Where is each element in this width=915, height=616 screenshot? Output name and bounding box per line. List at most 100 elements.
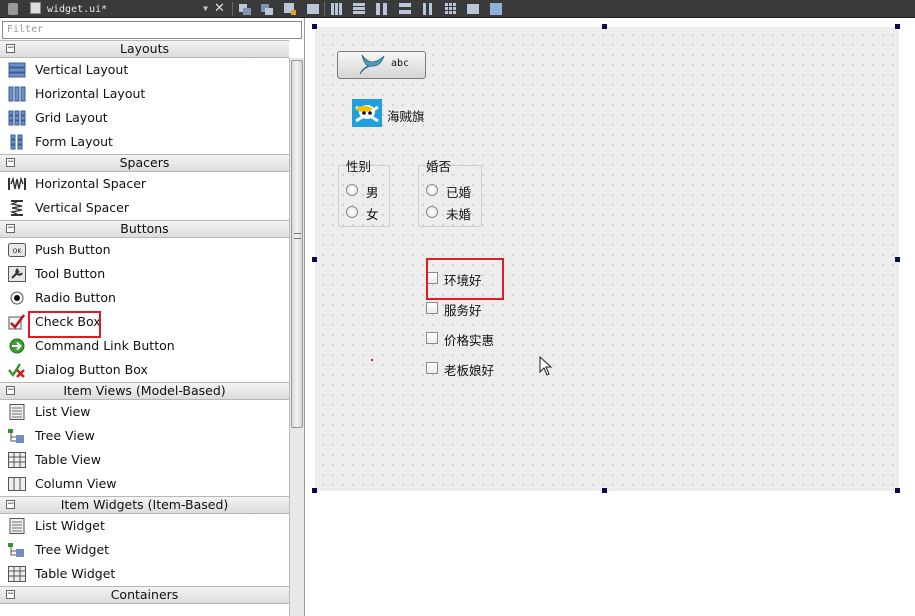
radio-married[interactable]: 已婚 [426,182,516,200]
layout-splitter-vertical-icon[interactable] [398,2,412,16]
category-header-item-widgets[interactable]: − Item Widgets (Item-Based) [0,496,289,514]
widget-box-scrollbar[interactable] [289,58,304,616]
category-label: Item Views (Model-Based) [63,383,226,398]
checkbox-price[interactable]: 价格实惠 [426,330,526,348]
widget-item-vertical-layout[interactable]: Vertical Layout [0,58,289,82]
push-button-label: abc [391,58,410,69]
edit-signals-icon[interactable] [283,2,297,16]
widget-item-list-widget[interactable]: List Widget [0,514,289,538]
list-widget-icon [9,518,25,534]
checkbox-label: 价格实惠 [444,333,495,348]
widget-item-horizontal-spacer[interactable]: Horizontal Spacer [0,172,289,196]
edit-buddies-icon[interactable] [306,2,320,16]
layout-grid-icon[interactable] [444,2,458,16]
widget-item-form-layout[interactable]: Form Layout [0,130,289,154]
widget-item-label: Grid Layout [35,110,108,125]
widget-item-label: List View [35,404,91,419]
radio-label: 未婚 [446,207,472,222]
widget-item-tree-view[interactable]: Tree View [0,424,289,448]
widget-item-table-widget[interactable]: Table Widget [0,562,289,586]
grid-layout-icon [8,110,26,126]
widget-item-command-link-button[interactable]: Command Link Button [0,334,289,358]
fish-icon [359,54,385,75]
widget-item-vertical-spacer[interactable]: Vertical Spacer [0,196,289,220]
resize-handle[interactable] [602,24,607,29]
resize-handle[interactable] [895,257,900,262]
widget-item-list-view[interactable]: List View [0,400,289,424]
adjust-size-icon[interactable] [489,2,503,16]
pirate-skull-icon [352,99,382,127]
collapse-icon[interactable]: − [6,500,15,509]
form-canvas[interactable]: abc 海贼旗 性别 男 女 婚否 已婚 未婚 环境好 服务好 价格实惠 老板娘… [312,24,900,493]
widget-item-label: Horizontal Spacer [35,176,147,191]
checkbox-indicator[interactable] [426,332,438,344]
designer-toolbar: widget.ui* ▼ ✕ [0,0,915,18]
layout-horizontally-icon[interactable] [330,2,344,16]
close-icon[interactable]: ✕ [214,1,225,17]
checkbox-service[interactable]: 服务好 [426,300,526,318]
toolbar-separator [232,2,233,16]
checkbox-indicator[interactable] [426,302,438,314]
group-title: 婚否 [426,159,452,174]
layout-vertically-icon[interactable] [352,2,366,16]
widget-item-push-button[interactable]: OK Push Button [0,238,289,262]
widget-item-check-box[interactable]: Check Box [0,310,289,338]
category-header-containers[interactable]: − Containers [0,586,289,604]
widget-box-panel: Filter − Layouts Vertical Layout Horizon… [0,18,305,616]
radio-indicator[interactable] [346,184,358,196]
widget-item-label: Tree Widget [35,542,110,557]
collapse-icon[interactable]: − [6,224,15,233]
radio-indicator[interactable] [346,206,358,218]
resize-handle[interactable] [895,488,900,493]
checkbox-boss-lady[interactable]: 老板娘好 [426,360,526,378]
toolbar-separator [324,2,325,16]
radio-indicator[interactable] [426,206,438,218]
resize-handle[interactable] [312,24,317,29]
check-box-icon [8,314,26,330]
radio-indicator[interactable] [426,184,438,196]
category-header-layouts[interactable]: − Layouts [0,40,289,58]
resize-handle[interactable] [312,257,317,262]
checkbox-indicator[interactable] [426,362,438,374]
push-button-abc[interactable]: abc [337,51,426,79]
category-header-item-views[interactable]: − Item Views (Model-Based) [0,382,289,400]
widget-item-table-view[interactable]: Table View [0,448,289,472]
resize-handle[interactable] [895,24,900,29]
collapse-icon[interactable]: − [6,44,15,53]
lock-icon[interactable] [8,3,18,15]
bring-forward-icon[interactable] [260,2,274,16]
widget-item-tree-widget[interactable]: Tree Widget [0,538,289,562]
widget-item-label: Table Widget [35,566,116,581]
scrollbar-thumb[interactable] [291,60,303,428]
widget-list: − Layouts Vertical Layout Horizontal Lay… [0,40,289,616]
document-name: widget.ui* [47,4,108,15]
widget-item-column-view[interactable]: Column View [0,472,289,496]
group-title: 性别 [346,159,372,174]
collapse-icon[interactable]: − [6,386,15,395]
collapse-icon[interactable]: − [6,590,15,599]
widget-item-horizontal-layout[interactable]: Horizontal Layout [0,82,289,106]
layout-splitter-horizontal-icon[interactable] [375,2,389,16]
category-label: Buttons [120,221,169,236]
widget-item-grid-layout[interactable]: Grid Layout [0,106,289,130]
category-header-spacers[interactable]: − Spacers [0,154,289,172]
widget-item-tool-button[interactable]: Tool Button [0,262,289,286]
table-widget-icon [8,566,26,582]
checkbox-label: 服务好 [444,303,482,318]
category-header-buttons[interactable]: − Buttons [0,220,289,238]
group-box-marital-status: 婚否 已婚 未婚 [418,159,482,227]
collapse-icon[interactable]: − [6,158,15,167]
document-selector[interactable]: widget.ui* ▼ [30,2,208,16]
resize-handle[interactable] [602,488,607,493]
chevron-down-icon[interactable]: ▼ [203,2,208,16]
widget-item-dialog-button-box[interactable]: Dialog Button Box [0,358,289,382]
filter-input[interactable]: Filter [2,21,302,39]
red-marker-dot [371,359,373,361]
layout-form-icon[interactable] [421,2,435,16]
widget-item-radio-button[interactable]: Radio Button [0,286,289,310]
widget-item-label: Tree View [35,428,95,443]
break-layout-icon[interactable] [466,2,480,16]
send-backward-icon[interactable] [238,2,252,16]
resize-handle[interactable] [312,488,317,493]
radio-unmarried[interactable]: 未婚 [426,204,516,222]
